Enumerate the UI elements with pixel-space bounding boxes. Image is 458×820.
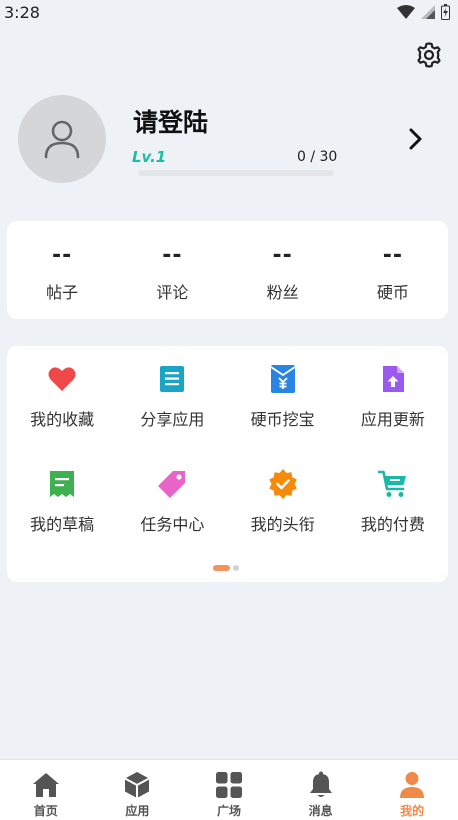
stats-card: -- 帖子 -- 评论 -- 粉丝 -- 硬币 xyxy=(7,221,448,319)
document-icon xyxy=(157,364,187,394)
settings-button[interactable] xyxy=(414,40,444,70)
stat-fans[interactable]: -- 粉丝 xyxy=(228,221,338,319)
username[interactable]: 请登陆 xyxy=(133,103,208,139)
draft-icon xyxy=(47,469,77,499)
menu-label: 任务中心 xyxy=(140,515,205,534)
bottom-tab-bar: 首页 应用 广场 消息 我的 xyxy=(0,759,458,820)
stat-value: -- xyxy=(162,243,183,268)
person-icon xyxy=(397,770,427,800)
status-bar: 3:28 xyxy=(0,0,458,24)
page-dot xyxy=(233,565,239,571)
cube-icon xyxy=(122,770,152,800)
tab-label: 应用 xyxy=(125,804,150,818)
menu-item-favorites[interactable]: 我的收藏 xyxy=(7,364,117,439)
menu-label: 硬币挖宝 xyxy=(250,410,315,429)
tab-apps[interactable]: 应用 xyxy=(92,760,184,820)
avatar[interactable] xyxy=(18,95,106,183)
menu-item-app-update[interactable]: 应用更新 xyxy=(338,364,448,439)
upload-file-icon xyxy=(378,364,408,394)
menu-grid: 我的收藏 分享应用 硬币挖宝 应用更新 我的草稿 任务中心 我的头衔 我的付费 xyxy=(7,364,448,544)
exp-text: 0 / 30 xyxy=(297,149,338,165)
menu-label: 分享应用 xyxy=(140,410,205,429)
stat-label: 硬币 xyxy=(376,283,409,302)
stat-label: 评论 xyxy=(156,283,189,302)
badge-icon xyxy=(268,469,298,499)
menu-label: 应用更新 xyxy=(360,410,425,429)
tab-label: 我的 xyxy=(400,804,425,818)
stat-value: -- xyxy=(51,243,73,268)
home-icon xyxy=(31,770,61,800)
menu-item-payments[interactable]: 我的付费 xyxy=(338,469,448,544)
cart-icon xyxy=(377,469,408,499)
profile-arrow-button[interactable] xyxy=(404,125,428,153)
tab-label: 广场 xyxy=(216,804,241,818)
page-dot-active xyxy=(213,565,230,571)
menu-item-share-app[interactable]: 分享应用 xyxy=(117,364,227,439)
tab-messages[interactable]: 消息 xyxy=(275,760,367,820)
wifi-icon xyxy=(397,5,415,19)
stat-comments[interactable]: -- 评论 xyxy=(117,221,227,319)
menu-label: 我的草稿 xyxy=(30,515,95,534)
tab-mine[interactable]: 我的 xyxy=(366,760,458,820)
stat-value: -- xyxy=(382,243,403,268)
battery-icon xyxy=(441,4,450,20)
exp-progress-bar xyxy=(138,170,334,176)
tag-icon xyxy=(157,469,187,499)
menu-label: 我的付费 xyxy=(360,515,425,534)
level-badge: Lv.1 xyxy=(132,148,167,166)
menu-label: 我的头衔 xyxy=(250,515,315,534)
menu-item-task-center[interactable]: 任务中心 xyxy=(117,469,227,544)
chevron-right-icon xyxy=(409,128,422,150)
stat-coins[interactable]: -- 硬币 xyxy=(338,221,448,319)
menu-item-coin-treasure[interactable]: 硬币挖宝 xyxy=(228,364,338,439)
grid-icon xyxy=(214,770,244,800)
stat-posts[interactable]: -- 帖子 xyxy=(7,221,117,319)
gear-icon xyxy=(417,42,441,68)
bell-icon xyxy=(306,770,336,800)
tab-label: 首页 xyxy=(33,804,58,818)
status-time: 3:28 xyxy=(4,2,40,22)
tab-plaza[interactable]: 广场 xyxy=(183,760,275,820)
user-icon xyxy=(44,120,80,159)
coin-envelope-icon xyxy=(268,364,298,394)
heart-icon xyxy=(47,364,77,394)
signal-icon xyxy=(421,5,435,19)
menu-card: 我的收藏 分享应用 硬币挖宝 应用更新 我的草稿 任务中心 我的头衔 我的付费 xyxy=(7,346,448,582)
stat-label: 粉丝 xyxy=(266,283,299,302)
menu-item-drafts[interactable]: 我的草稿 xyxy=(7,469,117,544)
tab-label: 消息 xyxy=(308,804,333,818)
status-icons xyxy=(397,4,450,20)
stat-label: 帖子 xyxy=(46,283,79,302)
stat-value: -- xyxy=(272,243,293,268)
profile-header[interactable]: 请登陆 Lv.1 0 / 30 xyxy=(18,95,448,185)
menu-label: 我的收藏 xyxy=(30,410,95,429)
tab-home[interactable]: 首页 xyxy=(0,760,92,820)
menu-item-titles[interactable]: 我的头衔 xyxy=(228,469,338,544)
page-indicator xyxy=(213,565,239,571)
